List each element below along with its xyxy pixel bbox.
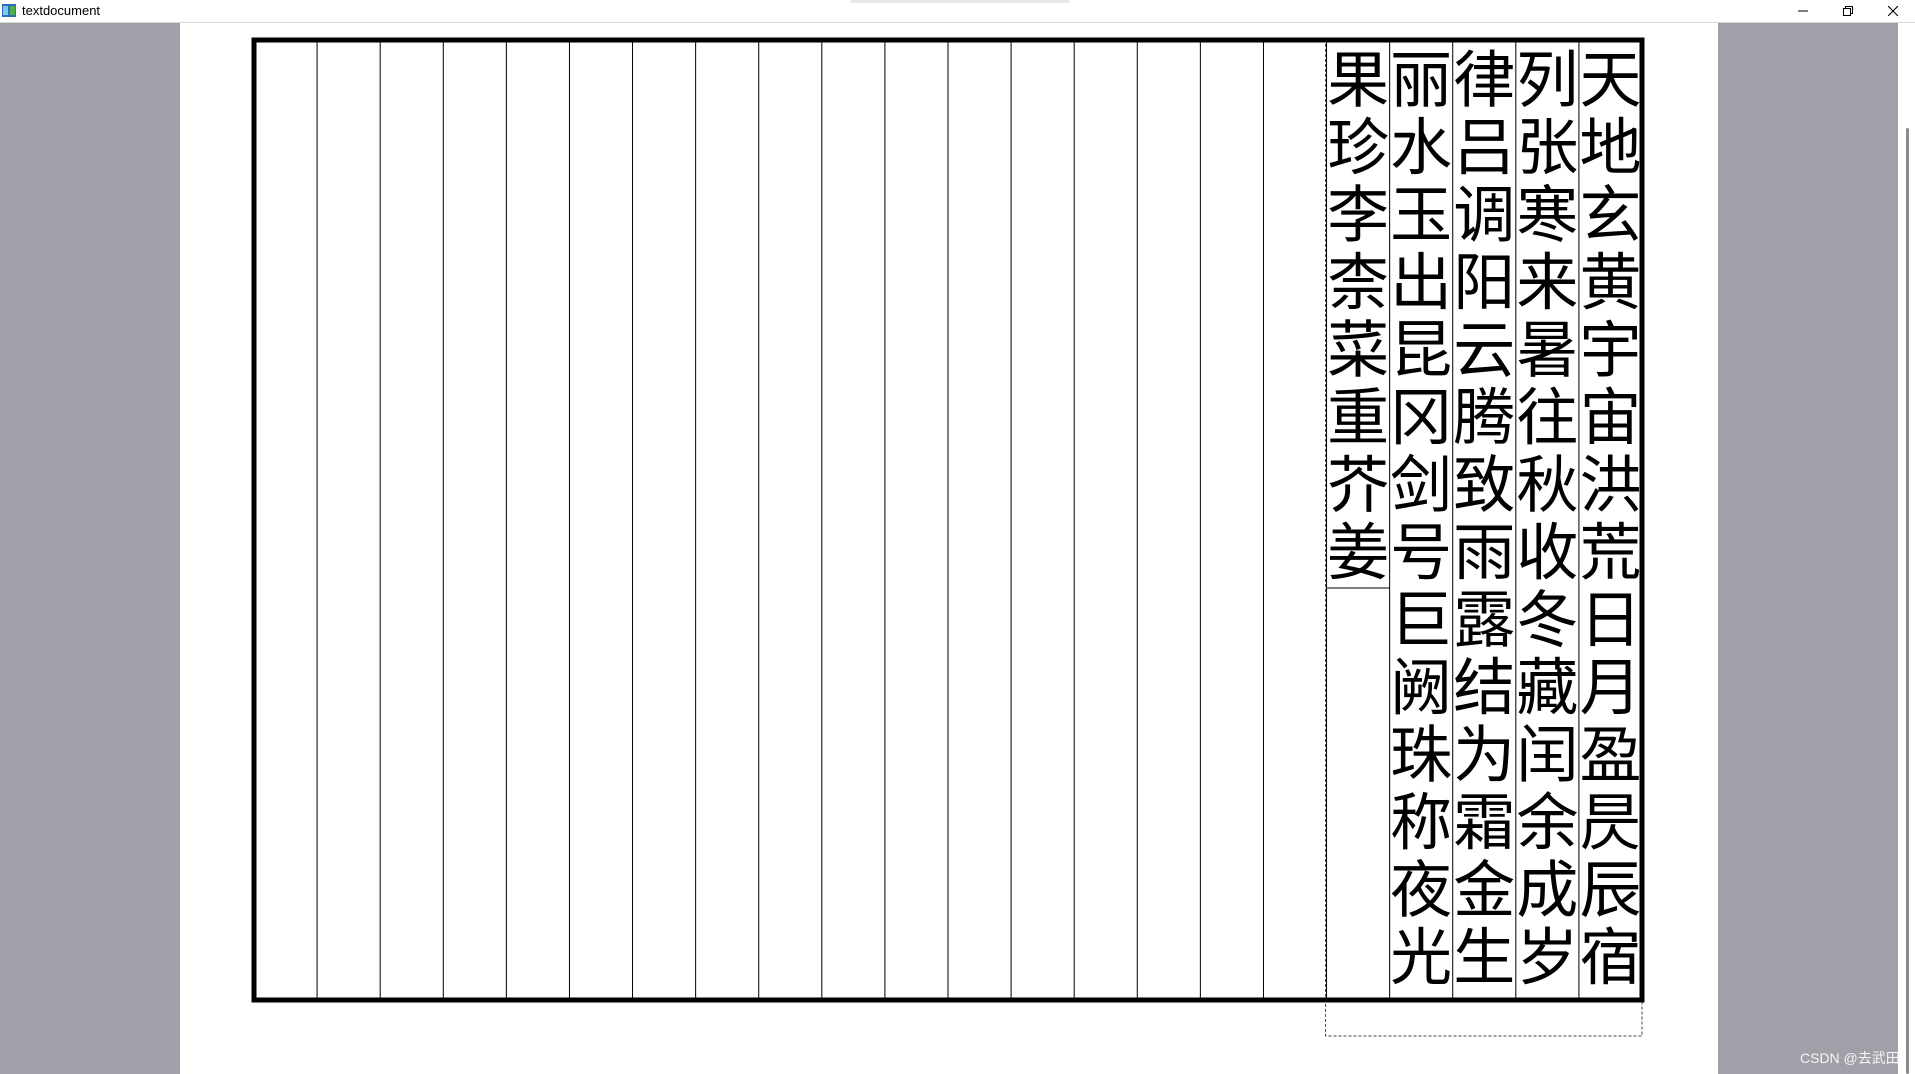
column-character: 雨 xyxy=(1453,516,1515,589)
column-character: 吕 xyxy=(1453,111,1515,184)
column-character: 荒 xyxy=(1579,516,1641,589)
column-character: 果 xyxy=(1327,43,1389,116)
column-character: 冬 xyxy=(1516,583,1578,656)
column-character: 姜 xyxy=(1327,516,1389,589)
column-character: 宙 xyxy=(1579,381,1641,454)
column-character: 号 xyxy=(1390,516,1452,589)
column-character: 地 xyxy=(1579,111,1641,184)
column-character: 柰 xyxy=(1327,246,1389,319)
column-character: 岁 xyxy=(1516,921,1578,994)
column-character: 霜 xyxy=(1453,786,1515,859)
column-character: 律 xyxy=(1453,43,1515,116)
column-character: 丽 xyxy=(1390,43,1452,116)
column-character: 为 xyxy=(1453,718,1515,791)
column-character: 巨 xyxy=(1390,583,1452,656)
column-character: 寒 xyxy=(1516,178,1578,251)
column-character: 日 xyxy=(1579,583,1641,656)
column-character: 重 xyxy=(1327,381,1389,454)
column-character: 调 xyxy=(1453,178,1515,251)
column-character: 闰 xyxy=(1516,718,1578,791)
column-character: 昆 xyxy=(1390,313,1452,386)
column-character: 菜 xyxy=(1327,313,1389,386)
column-character: 玉 xyxy=(1390,178,1452,251)
column-character: 致 xyxy=(1453,448,1515,521)
column-character: 暑 xyxy=(1516,313,1578,386)
column-character: 洪 xyxy=(1579,448,1641,521)
column-character: 金 xyxy=(1453,853,1515,926)
column-character: 成 xyxy=(1516,853,1578,926)
column-character: 来 xyxy=(1516,246,1578,319)
manuscript-grid: 天地玄黄宇宙洪荒日月盈昃辰宿 列张寒来暑往秋收冬藏闰余成岁 律吕调阳云腾致雨露结为霜… xyxy=(251,37,1645,1037)
column-character: 冈 xyxy=(1390,381,1452,454)
column-character: 张 xyxy=(1516,111,1578,184)
column-character: 宿 xyxy=(1579,921,1641,994)
column-character: 黄 xyxy=(1579,246,1641,319)
column-character: 剑 xyxy=(1390,448,1452,521)
column-character: 昃 xyxy=(1579,786,1641,859)
column-character: 珍 xyxy=(1327,111,1389,184)
column-character: 秋 xyxy=(1516,448,1578,521)
column-character: 生 xyxy=(1453,921,1515,994)
column-character: 光 xyxy=(1390,921,1452,994)
column-character: 阙 xyxy=(1390,651,1452,724)
column-character: 夜 xyxy=(1390,853,1452,926)
column-character: 云 xyxy=(1453,313,1515,386)
column-character: 余 xyxy=(1516,786,1578,859)
column-character: 盈 xyxy=(1579,718,1641,791)
column-character: 水 xyxy=(1390,111,1452,184)
column-character: 阳 xyxy=(1453,246,1515,319)
column-character: 天 xyxy=(1579,43,1641,116)
column-character: 收 xyxy=(1516,516,1578,589)
column-character: 玄 xyxy=(1579,178,1641,251)
column-character: 月 xyxy=(1579,651,1641,724)
column-character: 辰 xyxy=(1579,853,1641,926)
column-character: 李 xyxy=(1327,178,1389,251)
column-character: 珠 xyxy=(1390,718,1452,791)
app-window: textdocument 天地玄黄宇宙洪荒日月盈昃辰宿列张寒来暑往秋收冬藏闰余成… xyxy=(0,0,1915,1074)
column-character: 出 xyxy=(1390,246,1452,319)
column-character: 结 xyxy=(1453,651,1515,724)
column-character: 腾 xyxy=(1453,381,1515,454)
column-character: 列 xyxy=(1516,43,1578,116)
column-character: 露 xyxy=(1453,583,1515,656)
column-character: 宇 xyxy=(1579,313,1641,386)
column-character: 往 xyxy=(1516,381,1578,454)
watermark: CSDN @去武田 xyxy=(1800,1050,1900,1066)
column-character: 称 xyxy=(1390,786,1452,859)
column-character: 芥 xyxy=(1327,448,1389,521)
column-character: 藏 xyxy=(1516,651,1578,724)
